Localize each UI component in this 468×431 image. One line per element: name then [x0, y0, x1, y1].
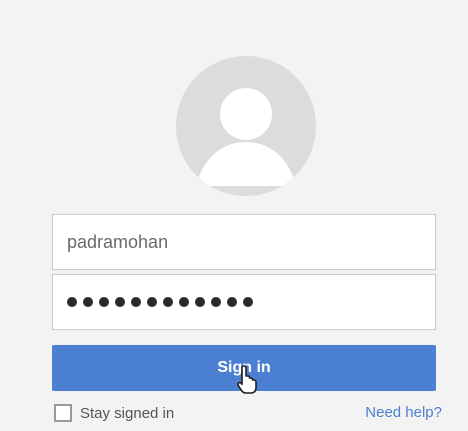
- user-avatar: [176, 56, 316, 196]
- password-dot: [243, 297, 253, 307]
- password-dot: [211, 297, 221, 307]
- stay-signed-in[interactable]: Stay signed in: [54, 404, 174, 422]
- stay-signed-in-label: Stay signed in: [80, 404, 175, 422]
- password-dot: [227, 297, 237, 307]
- password-mask: [67, 297, 253, 307]
- password-dot: [67, 297, 77, 307]
- password-dot: [179, 297, 189, 307]
- password-dot: [99, 297, 109, 307]
- username-field[interactable]: padramohan: [52, 214, 436, 270]
- username-value: padramohan: [67, 231, 169, 252]
- stay-signed-in-checkbox[interactable]: [54, 404, 72, 422]
- hand-pointer-icon: [237, 365, 257, 394]
- password-dot: [195, 297, 205, 307]
- password-field[interactable]: [52, 274, 436, 330]
- password-dot: [83, 297, 93, 307]
- password-dot: [163, 297, 173, 307]
- password-dot: [115, 297, 125, 307]
- login-page: padramohan Sign in Stay signed in Need h…: [0, 0, 468, 431]
- need-help-link[interactable]: Need help?: [365, 404, 442, 421]
- password-dot: [131, 297, 141, 307]
- login-card: padramohan Sign in Stay signed in Need h…: [0, 0, 468, 431]
- password-dot: [147, 297, 157, 307]
- user-avatar-icon: [176, 56, 316, 196]
